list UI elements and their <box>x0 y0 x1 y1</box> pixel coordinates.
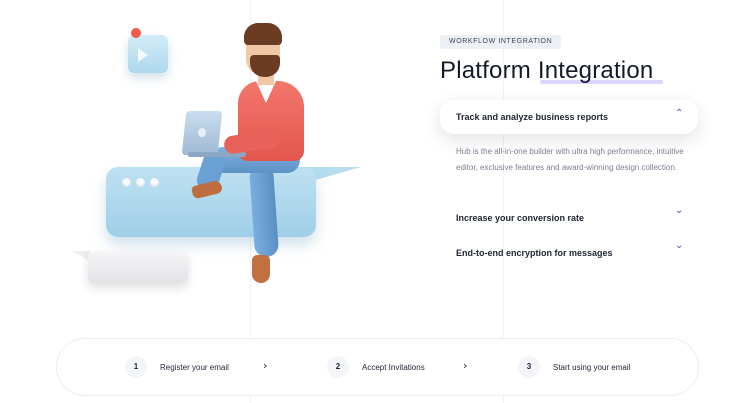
chevron-right-icon[interactable]: › <box>463 359 467 372</box>
hero-illustration <box>60 15 380 295</box>
chevron-down-icon[interactable]: ⌄ <box>675 205 683 216</box>
section-title: Platform Integration <box>440 57 654 84</box>
mail-notification-icon <box>128 35 168 73</box>
person-beard <box>250 55 280 77</box>
section-tag: WORKFLOW INTEGRATION <box>440 35 562 49</box>
typing-dots-icon <box>122 178 159 187</box>
accordion-title[interactable]: Track and analyze business reports <box>456 112 608 122</box>
accordion-body: Hub is the all-in-one builder with ultra… <box>456 147 684 172</box>
step-number: 3 <box>518 356 540 378</box>
person-shoe <box>252 255 270 283</box>
chevron-right-icon[interactable]: › <box>263 359 267 372</box>
mail-envelope-icon <box>138 48 148 62</box>
step-label[interactable]: Register your email <box>160 363 229 372</box>
chat-bubble-small <box>88 251 188 283</box>
laptop-logo <box>198 128 206 137</box>
step-label[interactable]: Start using your email <box>553 363 630 372</box>
step-number: 1 <box>125 356 147 378</box>
chevron-up-icon[interactable]: ⌃ <box>675 108 683 119</box>
chevron-down-icon[interactable]: ⌄ <box>675 240 683 251</box>
person-hair <box>244 23 282 45</box>
notification-dot <box>131 28 141 38</box>
step-label[interactable]: Accept Invitations <box>362 363 425 372</box>
accordion-title[interactable]: Increase your conversion rate <box>456 213 584 223</box>
step-number: 2 <box>327 356 349 378</box>
accordion-title[interactable]: End-to-end encryption for messages <box>456 248 613 258</box>
